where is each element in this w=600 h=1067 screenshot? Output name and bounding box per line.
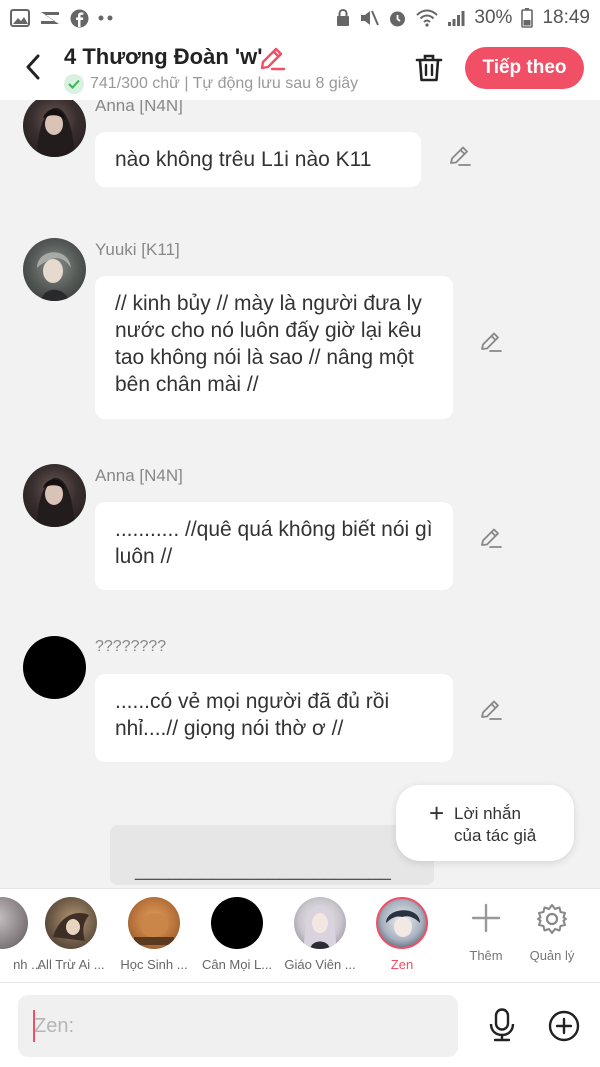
capcut-icon: [39, 9, 61, 27]
add-label: Thêm: [469, 948, 503, 963]
character-item[interactable]: Cân Mọi L...: [197, 897, 277, 972]
page-title[interactable]: 4 Thương Đoàn 'w': [64, 44, 262, 70]
battery-icon: [521, 8, 534, 28]
avatar-yuuki[interactable]: [23, 238, 86, 301]
story-header: 4 Thương Đoàn 'w' 741/300 chữ | Tự động …: [0, 36, 600, 100]
input-bar: [0, 982, 600, 1067]
alarm-icon: [388, 9, 407, 28]
text-cursor: [33, 1010, 35, 1042]
plus-circle-icon: [548, 1010, 580, 1042]
check-icon: [64, 74, 84, 94]
sender-name: Anna [N4N]: [95, 466, 183, 485]
character-label: Học Sinh ...: [120, 957, 188, 972]
avatar-anna[interactable]: [23, 100, 86, 157]
back-button[interactable]: [18, 50, 48, 84]
draft-placeholder-line: _______________________: [135, 859, 391, 881]
edit-message-icon[interactable]: [479, 330, 503, 354]
message-text: // kinh bủy // mày là người đưa ly nước …: [115, 292, 422, 396]
character-item[interactable]: Giáo Viên ...: [280, 897, 360, 972]
chevron-left-icon: [26, 54, 40, 80]
message-text: nào không trêu L1i nào K11: [115, 148, 372, 171]
facebook-icon: [70, 9, 89, 28]
delete-button[interactable]: [412, 50, 446, 86]
message-bubble[interactable]: // kinh bủy // mày là người đưa ly nước …: [95, 276, 453, 419]
plus-icon: [471, 903, 501, 933]
sender-name: ????????: [95, 638, 167, 655]
character-item-selected[interactable]: Zen: [362, 897, 442, 972]
sender-name: Anna [N4N]: [95, 100, 183, 115]
edit-message-icon[interactable]: [479, 698, 503, 722]
message-bubble[interactable]: ........... //quê quá không biết nói gì …: [95, 502, 453, 590]
status-bar: 30% 18:49: [0, 0, 600, 36]
character-item[interactable]: All Trừ Ai ...: [31, 897, 111, 972]
character-avatar: [0, 897, 28, 949]
edit-message-icon[interactable]: [448, 144, 472, 168]
character-item[interactable]: Học Sinh ...: [114, 897, 194, 972]
signal-icon: [447, 9, 465, 27]
voice-input-button[interactable]: [484, 1005, 520, 1045]
notification-icons: [10, 9, 114, 28]
gallery-icon: [10, 9, 30, 27]
author-note-button[interactable]: + Lời nhắn của tác giả: [396, 785, 574, 861]
system-icons: 30% 18:49: [336, 7, 590, 29]
trash-icon: [415, 54, 443, 82]
attach-button[interactable]: [545, 1007, 583, 1045]
edit-title-icon[interactable]: [258, 44, 286, 72]
character-bar: nh ... All Trừ Ai ... Học Sinh ... Cân M…: [0, 888, 600, 982]
avatar-anna[interactable]: [23, 464, 86, 527]
author-note-label: Lời nhắn của tác giả: [454, 804, 537, 845]
clock: 18:49: [542, 7, 590, 28]
message-input[interactable]: [18, 995, 458, 1057]
chat-area[interactable]: Anna [N4N] nào không trêu L1i nào K11 Yu…: [0, 100, 600, 888]
mute-icon: [359, 9, 380, 27]
battery-percent: 30%: [474, 7, 513, 28]
more-notifications-icon: [98, 15, 114, 21]
sender-name: Yuuki [K11]: [95, 240, 180, 259]
character-avatar: [211, 897, 263, 949]
add-character-button[interactable]: Thêm: [456, 903, 516, 963]
manage-label: Quản lý: [529, 948, 575, 963]
message-text: ........... //quê quá không biết nói gì …: [115, 518, 433, 568]
character-label: Cân Mọi L...: [201, 957, 273, 972]
manage-characters-button[interactable]: Quản lý: [522, 903, 582, 963]
character-avatar: [294, 897, 346, 949]
lock-icon: [336, 9, 350, 27]
character-avatar: [376, 897, 428, 949]
word-count-text: 741/300 chữ | Tự động lưu sau 8 giây: [90, 75, 359, 92]
message-bubble[interactable]: nào không trêu L1i nào K11: [95, 132, 421, 187]
character-avatar: [45, 897, 97, 949]
edit-message-icon[interactable]: [479, 526, 503, 550]
message-bubble[interactable]: ......có vẻ mọi người đã đủ rồi nhỉ..../…: [95, 674, 453, 762]
wifi-icon: [416, 9, 439, 27]
character-avatar: [128, 897, 180, 949]
next-button[interactable]: Tiếp theo: [465, 47, 584, 89]
plus-icon: +: [429, 798, 445, 828]
message-text: ......có vẻ mọi người đã đủ rồi nhỉ..../…: [115, 690, 390, 740]
character-label: All Trừ Ai ...: [37, 957, 105, 972]
save-status: 741/300 chữ | Tự động lưu sau 8 giây: [64, 74, 358, 94]
gear-icon: [537, 904, 567, 934]
character-label: Zen: [390, 957, 414, 972]
microphone-icon: [489, 1008, 515, 1042]
avatar-unknown[interactable]: [23, 636, 86, 699]
character-label: Giáo Viên ...: [284, 957, 356, 972]
